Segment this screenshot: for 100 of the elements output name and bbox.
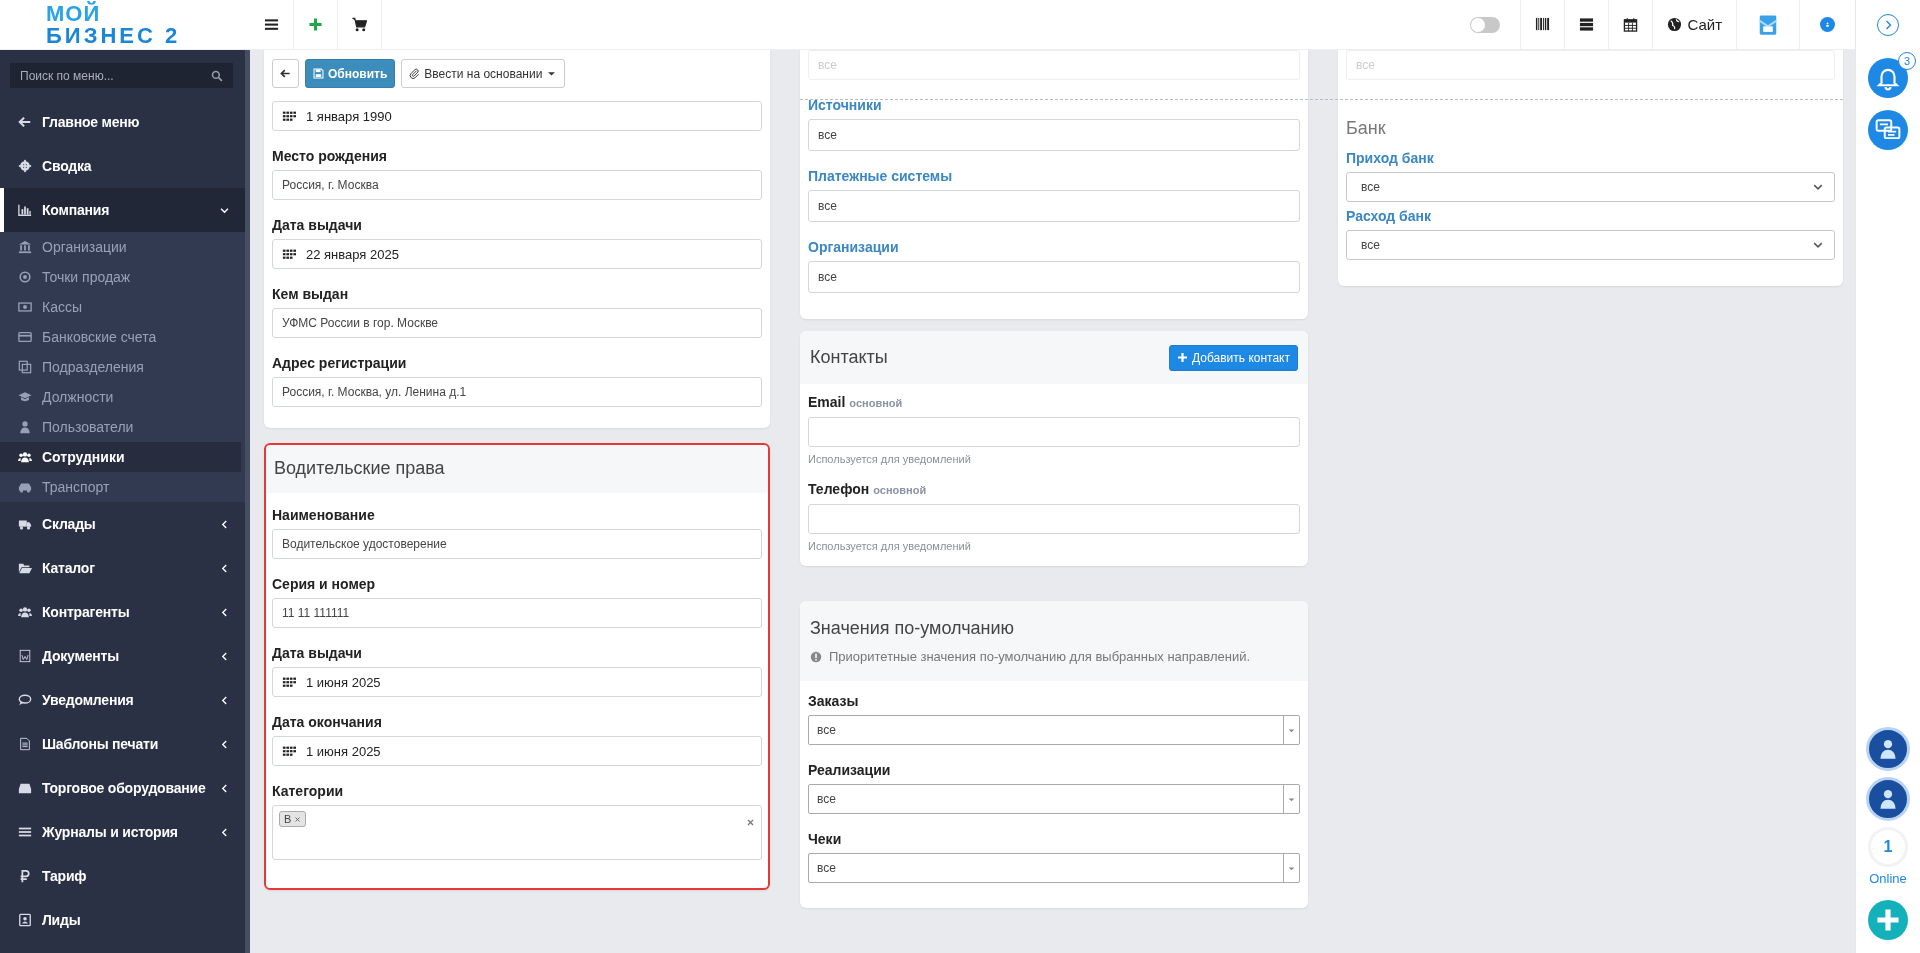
barcode-icon [1535, 17, 1551, 32]
field-label: Реализации [808, 761, 892, 780]
date-field[interactable]: 1 января 1990 [272, 101, 762, 131]
chat-icon [18, 693, 32, 707]
paperclip-icon [409, 68, 421, 79]
info-icon [810, 650, 822, 663]
date-field[interactable]: 1 июня 2025 [272, 667, 762, 697]
card-title: Водительские права [274, 457, 445, 479]
avatar[interactable] [1866, 777, 1910, 821]
chat-button[interactable] [1868, 110, 1908, 150]
plus-icon [308, 17, 323, 32]
list-icon [18, 825, 32, 839]
online-count: 1 [1868, 827, 1908, 867]
card-title: Банк [1346, 118, 1386, 138]
toggle-switch[interactable] [1470, 16, 1501, 33]
sidebar-subitem[interactable]: Пользователи [0, 412, 245, 442]
remove-icon [294, 815, 302, 823]
select-field[interactable]: все [808, 715, 1300, 745]
cart-icon [352, 17, 367, 32]
tag-chip[interactable]: B [279, 811, 307, 827]
credit-card-icon [18, 330, 32, 344]
field-label: Категории [272, 782, 345, 801]
text-field[interactable]: УФМС России в гор. Москве [272, 308, 762, 338]
sidebar-item[interactable]: Контрагенты [0, 590, 245, 634]
sidebar-subitem[interactable]: Подразделения [0, 352, 245, 382]
field-label: Серия и номер [272, 575, 377, 594]
copy-icon [18, 360, 32, 374]
select-field[interactable]: все [808, 853, 1300, 883]
file-icon [18, 737, 32, 751]
site-link[interactable]: Сайт [1652, 0, 1736, 49]
target-icon [18, 270, 32, 284]
add-button[interactable] [1868, 900, 1908, 940]
sidebar-item[interactable]: Уведомления [0, 678, 245, 722]
text-field[interactable]: Россия, г. Москва [272, 170, 762, 200]
text-field[interactable] [808, 417, 1300, 447]
add-contact-button[interactable]: Добавить контакт [1169, 344, 1298, 371]
logo-text: БИЗНЕС 2 [46, 24, 182, 47]
sidebar-subitem[interactable]: Банковские счета [0, 322, 245, 352]
sidebar-item[interactable]: Документы [0, 634, 245, 678]
field-label: Место рождения [272, 147, 388, 166]
text-field[interactable]: Водительское удостоверение [272, 529, 762, 559]
globe-icon [1667, 17, 1683, 32]
text-field[interactable]: 11 11 111111 [272, 598, 762, 628]
update-button[interactable]: Обновить [305, 59, 396, 88]
sidebar-subitem[interactable]: Сотрудники [0, 442, 241, 472]
back-button[interactable] [272, 59, 299, 88]
field-label: Телефон [808, 480, 870, 499]
field-label: Адрес регистрации [272, 354, 408, 373]
inbox-icon [18, 781, 32, 795]
field-label: Кем выдан [272, 285, 350, 304]
server-icon [1579, 17, 1595, 32]
text-field[interactable]: все [808, 190, 1300, 222]
sidebar-item[interactable]: Сводка [0, 144, 245, 188]
text-field[interactable]: все [808, 261, 1300, 293]
users-icon [18, 605, 32, 619]
date-field[interactable]: 1 июня 2025 [272, 736, 762, 766]
sidebar-subitem[interactable]: Организации [0, 232, 245, 262]
save-icon [313, 68, 324, 79]
clear-icon [746, 818, 755, 827]
hint-text: Используется для уведомлений [808, 453, 972, 465]
base-on-button[interactable]: Ввести на основании [401, 59, 566, 88]
text-field[interactable]: Россия, г. Москва, ул. Ленина д.1 [272, 377, 762, 407]
plus-icon [1875, 907, 1901, 933]
sidebar-item[interactable]: Тариф [0, 854, 245, 898]
arrow-left-icon [18, 115, 32, 129]
sidebar-item[interactable]: Главное меню [0, 100, 245, 144]
text-field[interactable] [808, 504, 1300, 534]
search-field[interactable]: Поиск по меню... [10, 63, 233, 88]
sidebar-subitem[interactable]: Транспорт [0, 472, 245, 502]
sidebar-item[interactable]: Склады [0, 502, 245, 546]
user-icon [1877, 738, 1899, 760]
notifications-button[interactable] [1868, 58, 1908, 98]
sidebar-item[interactable]: Шаблоны печати [0, 722, 245, 766]
text-field[interactable]: все [808, 119, 1300, 151]
sidebar-item[interactable]: Торговое оборудование [0, 766, 245, 810]
sidebar-item[interactable]: Лиды [0, 898, 245, 942]
sidebar-subitem[interactable]: Кассы [0, 292, 245, 322]
select-field[interactable]: все [1346, 172, 1835, 202]
sidebar-subitem[interactable]: Точки продаж [0, 262, 245, 292]
field-label: Организации [808, 238, 900, 257]
online-label: Online [1869, 871, 1907, 886]
select-field[interactable]: все [1346, 230, 1835, 260]
info-text: Приоритетные значения по-умолчанию для выбранных направлений. [829, 649, 1251, 664]
avatar[interactable] [1866, 727, 1910, 771]
card-title: Значения по-умолчанию [810, 618, 1015, 639]
field-label: Расход банк [1346, 207, 1433, 226]
contact-card-icon [18, 913, 32, 927]
user-icon [18, 420, 32, 434]
graduation-cap-icon [18, 390, 32, 404]
sidebar-item[interactable]: Каталог [0, 546, 245, 590]
sidebar-subitem[interactable]: Должности [0, 382, 245, 412]
users-icon [18, 450, 32, 464]
menu-icon [264, 17, 279, 32]
field-label: Платежные системы [808, 167, 954, 186]
hint-text: Используется для уведомлений [808, 540, 972, 552]
tags-field[interactable]: B [272, 805, 762, 860]
date-field[interactable]: 22 января 2025 [272, 239, 762, 269]
sidebar-item[interactable]: Компания [0, 188, 245, 232]
sidebar-item[interactable]: Журналы и история [0, 810, 245, 854]
select-field[interactable]: все [808, 784, 1300, 814]
